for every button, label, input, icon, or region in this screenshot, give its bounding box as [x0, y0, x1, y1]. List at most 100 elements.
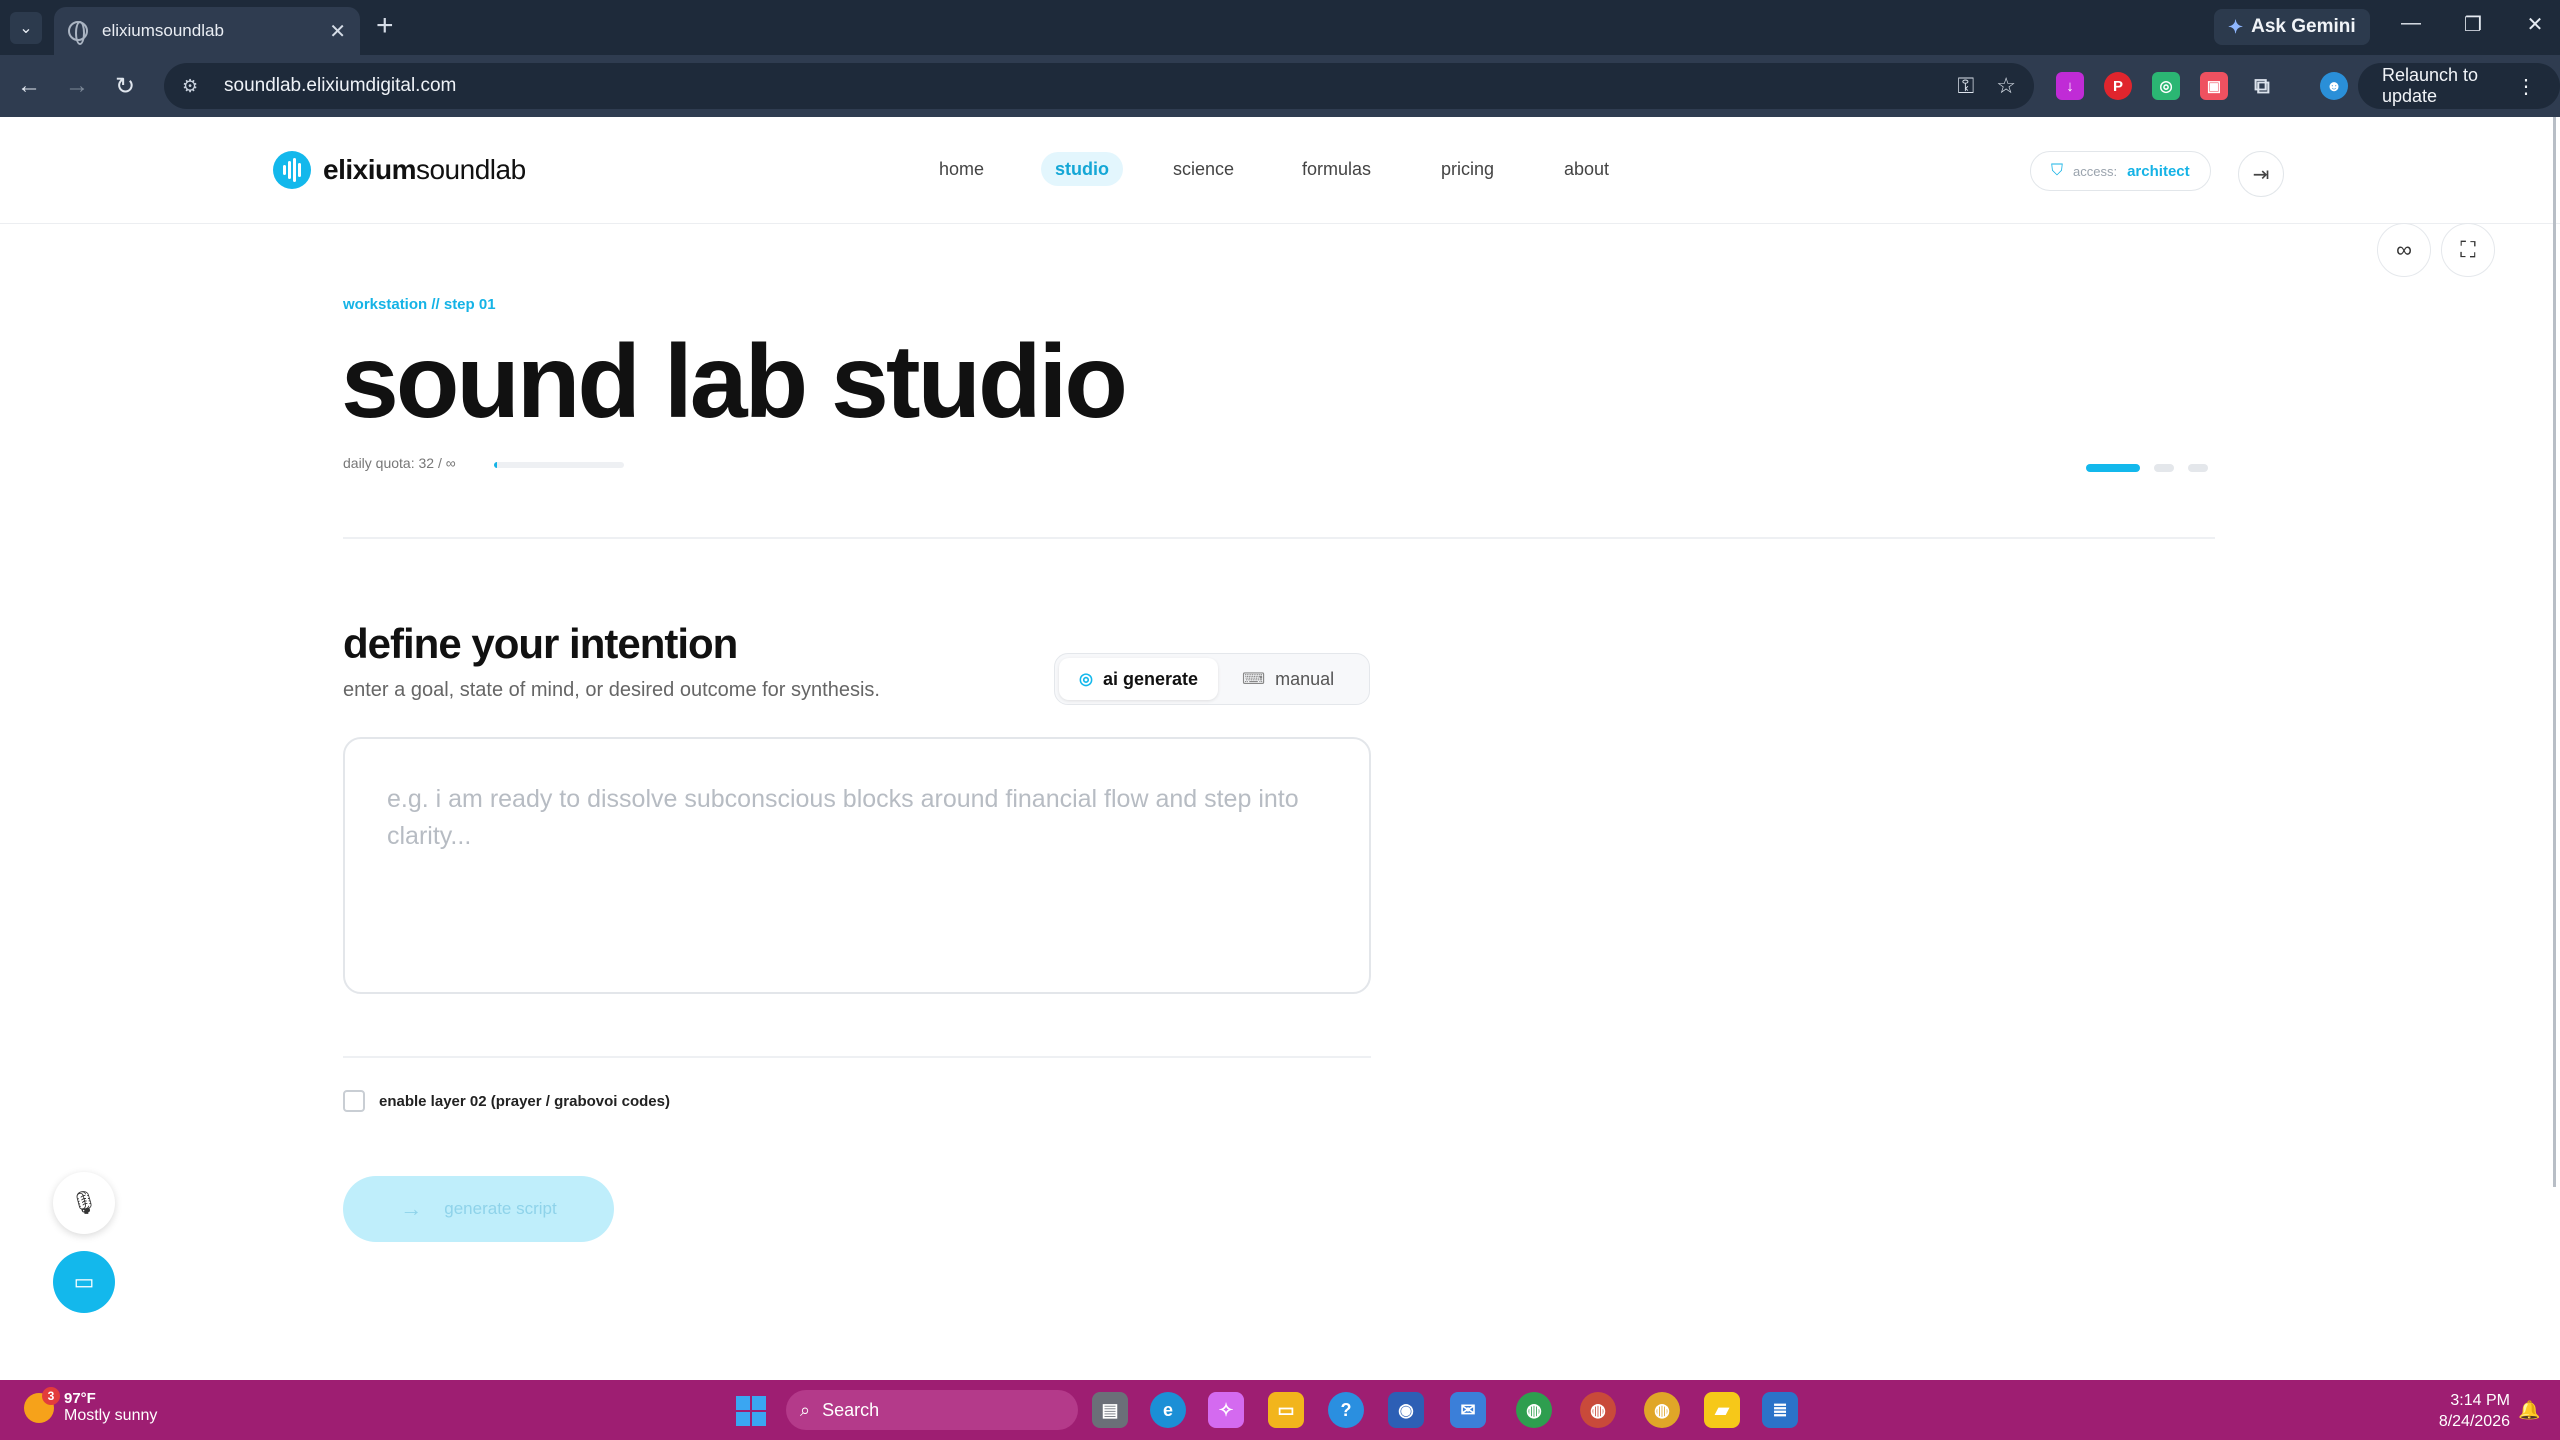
tab-title: elixiumsoundlab	[102, 21, 224, 40]
site-logo[interactable]: elixiumsoundlab	[273, 151, 526, 189]
notification-bell-icon[interactable]: 🔔	[2518, 1400, 2540, 1421]
quota-progress-bar	[494, 462, 624, 468]
input-mode-toggle: ◎ ai generate ⌨ manual	[1054, 653, 1370, 705]
download-extension-icon[interactable]: ↓	[2056, 72, 2084, 100]
ask-gemini-button[interactable]: ✦ Ask Gemini	[2214, 9, 2370, 45]
pinterest-extension-icon[interactable]: P	[2104, 72, 2132, 100]
weather-description: Mostly sunny	[64, 1407, 158, 1424]
section-divider	[343, 537, 2215, 539]
section-title: define your intention	[343, 620, 738, 667]
chrome-alt-icon[interactable]: ◍	[1644, 1392, 1680, 1428]
page-title: sound lab studio	[341, 324, 1128, 440]
forward-arrow-icon[interactable]: →	[60, 69, 94, 103]
generate-script-button[interactable]: → generate script	[343, 1176, 614, 1242]
chrome-profile-icon[interactable]: ◍	[1580, 1392, 1616, 1428]
nav-home[interactable]: home	[925, 152, 998, 186]
relaunch-label: Relaunch to update	[2382, 65, 2479, 106]
new-tab-plus-icon[interactable]: +	[376, 10, 394, 42]
loop-toggle-button[interactable]: ∞	[2377, 223, 2431, 277]
file-explorer-icon[interactable]: ▭	[1268, 1392, 1304, 1428]
shield-icon: ⛉	[2051, 162, 2064, 179]
bookmark-star-icon[interactable]: ☆	[1996, 73, 2016, 99]
infinity-icon: ∞	[2396, 237, 2412, 262]
site-header: elixiumsoundlab home studio science form…	[0, 117, 2560, 224]
chat-button[interactable]: ▭	[53, 1251, 115, 1313]
step-dot-1[interactable]	[2086, 464, 2140, 472]
ask-gemini-label: Ask Gemini	[2251, 16, 2356, 37]
help-icon[interactable]: ?	[1328, 1392, 1364, 1428]
more-menu-icon[interactable]: ⋮	[2516, 74, 2536, 99]
weather-widget[interactable]: 3 97°F Mostly sunny	[24, 1386, 158, 1425]
browser-tab-strip: ⌄ elixiumsoundlab ✕ + ✦ Ask Gemini — ❐ ✕	[0, 0, 2560, 55]
weather-temperature: 97°F	[64, 1390, 96, 1407]
logout-icon: ⇥	[2252, 163, 2270, 186]
clock-time: 3:14 PM	[2450, 1392, 2510, 1409]
taskbar-search-label: Search	[822, 1399, 880, 1420]
relaunch-to-update-button[interactable]: Relaunch to update ⋮	[2358, 63, 2560, 109]
close-tab-icon[interactable]: ✕	[329, 19, 346, 44]
globe-icon	[68, 21, 88, 45]
daily-quota-text: daily quota: 32 / ∞	[343, 455, 456, 471]
logout-button[interactable]: ⇥	[2238, 151, 2284, 197]
access-role: architect	[2127, 162, 2190, 180]
keyboard-icon: ⌨	[1242, 671, 1266, 688]
sun-weather-icon: 3	[24, 1386, 60, 1423]
chat-bubble-icon: ▭	[73, 1269, 95, 1294]
layer-02-option: enable layer 02 (prayer / grabovoi codes…	[343, 1090, 670, 1112]
address-bar[interactable]: ⚙ soundlab.elixiumdigital.com ⚿ ☆	[164, 63, 2034, 109]
mode-ai-generate-button[interactable]: ◎ ai generate	[1059, 658, 1219, 700]
minimize-icon[interactable]: —	[2396, 12, 2426, 35]
extensions-puzzle-icon[interactable]: ⧉	[2248, 72, 2276, 100]
notepad-icon[interactable]: ≣	[1762, 1392, 1798, 1428]
section-subtitle: enter a goal, state of mind, or desired …	[343, 679, 880, 701]
browser-toolbar: ← → ↻ ⚙ soundlab.elixiumdigital.com ⚿ ☆ …	[0, 55, 2560, 117]
nav-science[interactable]: science	[1159, 152, 1248, 186]
step-dot-2[interactable]	[2154, 464, 2174, 472]
sticky-notes-icon[interactable]: ▰	[1704, 1392, 1740, 1428]
url-text: soundlab.elixiumdigital.com	[224, 75, 457, 96]
password-key-icon[interactable]: ⚿	[1958, 73, 1975, 99]
app-store-icon[interactable]: ◉	[1388, 1392, 1424, 1428]
access-label: access:	[2073, 163, 2118, 179]
fullscreen-button[interactable]: ⛶	[2441, 223, 2495, 277]
taskbar-search[interactable]: ⌕ Search	[786, 1390, 1078, 1430]
mode-ai-generate-label: ai generate	[1102, 668, 1199, 689]
profile-avatar-icon[interactable]: ☻	[2320, 72, 2348, 100]
windows-start-icon[interactable]	[736, 1396, 766, 1426]
page-scrollbar[interactable]	[2553, 117, 2556, 1187]
arrow-right-icon: →	[400, 1196, 423, 1221]
back-arrow-icon[interactable]: ←	[12, 69, 46, 103]
step-eyebrow: workstation // step 01	[343, 296, 496, 313]
browser-tab[interactable]: elixiumsoundlab ✕	[54, 7, 360, 55]
gemini-sparkle-icon: ✦	[2228, 16, 2244, 37]
nav-about[interactable]: about	[1550, 152, 1623, 186]
voice-input-button[interactable]: 🎙	[53, 1172, 115, 1234]
nav-formulas[interactable]: formulas	[1288, 152, 1385, 186]
clock-date: 8/24/2026	[2438, 1413, 2510, 1430]
copilot-icon[interactable]: ✧	[1208, 1392, 1244, 1428]
reload-icon[interactable]: ↻	[108, 69, 142, 103]
step-indicator	[2086, 464, 2208, 472]
ai-chip-icon: ◎	[1079, 671, 1093, 688]
edge-browser-icon[interactable]: e	[1150, 1392, 1186, 1428]
chrome-icon[interactable]: ◍	[1516, 1392, 1552, 1428]
layer-02-checkbox[interactable]	[343, 1090, 365, 1112]
tab-search-chevron-icon[interactable]: ⌄	[10, 12, 42, 44]
fullscreen-icon: ⛶	[2460, 237, 2476, 262]
step-dot-3[interactable]	[2188, 464, 2208, 472]
search-icon: ⌕	[800, 1399, 811, 1420]
site-settings-icon[interactable]: ⚙	[182, 76, 206, 97]
green-extension-icon[interactable]: ◎	[2152, 72, 2180, 100]
intention-input[interactable]	[343, 737, 1371, 994]
nav-studio[interactable]: studio	[1041, 152, 1123, 186]
screenshot-extension-icon[interactable]: ▣	[2200, 72, 2228, 100]
nav-pricing[interactable]: pricing	[1427, 152, 1508, 186]
mode-manual-button[interactable]: ⌨ manual	[1222, 658, 1354, 700]
system-clock[interactable]: 3:14 PM 8/24/2026	[2430, 1390, 2510, 1432]
close-window-icon[interactable]: ✕	[2520, 12, 2550, 37]
task-view-icon[interactable]: ▤	[1092, 1392, 1128, 1428]
generate-script-label: generate script	[444, 1199, 557, 1218]
mail-icon[interactable]: ✉	[1450, 1392, 1486, 1428]
access-level-badge[interactable]: ⛉ access: architect	[2030, 151, 2211, 191]
restore-icon[interactable]: ❐	[2458, 12, 2488, 37]
